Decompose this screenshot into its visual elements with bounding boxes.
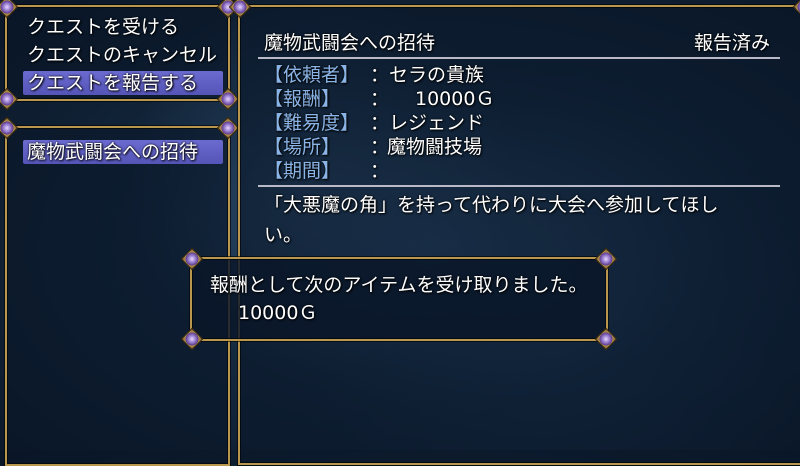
quest-detail-window: 魔物武闘会への招待 報告済み 【依頼者】 ：セラの貴族 【報酬】 ： 10000… [228, 0, 800, 465]
reward-message-window[interactable]: 報酬として次のアイテムを受け取りました。 10000Ｇ [180, 247, 618, 351]
location-value: 魔物闘技場 [387, 136, 483, 158]
difficulty-value: ：レジェンド [370, 112, 485, 134]
difficulty-label: 【難易度】 [264, 112, 360, 134]
quest-description-line1: 「大悪魔の角」を持って代わりに大会へ参加してほし [264, 194, 719, 216]
reward-value: 10000Ｇ [415, 88, 495, 110]
reward-separator: ： [370, 88, 390, 110]
client-value: ：セラの貴族 [370, 64, 485, 86]
command-accept-quest[interactable]: クエストを受ける [23, 15, 223, 39]
location-label: 【場所】 [264, 136, 341, 158]
quest-list-item[interactable]: 魔物武闘会への招待 [23, 140, 223, 164]
command-cancel-quest[interactable]: クエストのキャンセル [23, 43, 223, 67]
reward-label: 【報酬】 [264, 88, 341, 110]
period-separator: ： [370, 160, 390, 182]
reward-message-amount: 10000Ｇ [238, 302, 318, 324]
detail-divider [258, 185, 780, 187]
quest-status: 報告済み [693, 32, 770, 54]
quest-title: 魔物武闘会への招待 [264, 32, 436, 54]
quest-description-line2: い。 [264, 224, 303, 246]
period-label: 【期間】 [264, 160, 341, 182]
title-divider [258, 57, 780, 59]
client-label: 【依頼者】 [264, 64, 360, 86]
command-window: クエストを受ける クエストのキャンセル クエストを報告する [0, 0, 240, 111]
reward-message-text: 報酬として次のアイテムを受け取りました。 [210, 274, 588, 296]
command-report-quest[interactable]: クエストを報告する [23, 71, 223, 95]
